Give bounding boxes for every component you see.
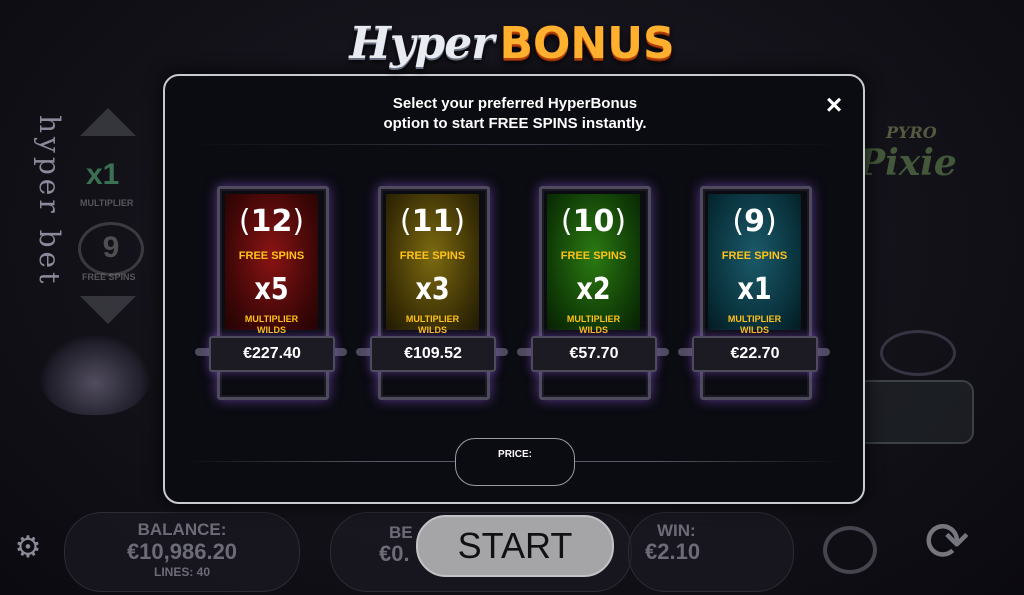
background-game-logo: PYRO Pixie <box>858 123 957 184</box>
background-multiplier: x1 <box>86 158 120 191</box>
divider <box>185 144 843 145</box>
free-spins-label: FREE SPINS <box>399 250 466 262</box>
free-spins-count: (11) <box>399 204 466 239</box>
option-price: €227.40 <box>243 345 301 362</box>
hyperbonus-title: Hyper BONUS <box>0 18 1024 69</box>
bet-value: €0. <box>379 541 410 566</box>
option-price: €57.70 <box>569 345 619 362</box>
price-label: PRICE: <box>498 449 532 460</box>
balance-value: €10,986.20 <box>126 539 238 564</box>
background-hyperbet-text: hyper bet <box>33 115 66 288</box>
balance-label: BALANCE: <box>137 520 227 539</box>
free-spins-count: (10) <box>560 204 627 239</box>
win-label: WIN: <box>657 521 696 540</box>
price-bar: €109.52 <box>370 336 496 372</box>
background-spins-label: FREE SPINS <box>82 272 136 282</box>
background-triangle-down <box>80 296 136 324</box>
hyperbonus-modal: Select your preferred HyperBonus option … <box>163 74 865 504</box>
selected-price-display: PRICE: <box>455 438 575 486</box>
multiplier-wilds-label: MULTIPLIER WILDS <box>727 314 782 335</box>
card-panel: (9) FREE SPINS x1 MULTIPLIER WILDS <box>708 194 801 335</box>
background-lotus-flower <box>40 335 150 415</box>
background-button <box>855 380 974 444</box>
free-spins-label: FREE SPINS <box>560 250 627 262</box>
multiplier-value: x2 <box>576 272 611 307</box>
multiplier-value: x3 <box>415 272 450 307</box>
win-display: WIN: €2.10 <box>628 512 794 592</box>
price-bar: €227.40 <box>209 336 335 372</box>
card-panel: (12) FREE SPINS x5 MULTIPLIER WILDS <box>225 194 318 335</box>
option-price: €22.70 <box>730 345 780 362</box>
card-panel: (10) FREE SPINS x2 MULTIPLIER WILDS <box>547 194 640 335</box>
bonus-option-10-spins[interactable]: (10) FREE SPINS x2 MULTIPLIER WILDS €57.7… <box>517 186 669 400</box>
bonus-option-12-spins[interactable]: (12) FREE SPINS x5 MULTIPLIER WILDS €227.… <box>195 186 347 400</box>
modal-instructions: Select your preferred HyperBonus option … <box>383 95 647 132</box>
free-spins-label: FREE SPINS <box>238 250 305 262</box>
bonus-option-11-spins[interactable]: (11) FREE SPINS x3 MULTIPLIER WILDS €109.… <box>356 186 508 400</box>
autoplay-icon[interactable] <box>823 526 877 574</box>
bonus-option-9-spins[interactable]: (9) FREE SPINS x1 MULTIPLIER WILDS €22.70 <box>678 186 830 400</box>
lines-label: LINES: 40 <box>153 565 210 579</box>
win-value: €2.10 <box>645 539 701 564</box>
balance-display: BALANCE: €10,986.20 LINES: 40 <box>64 512 300 592</box>
title-bonus: BONUS <box>499 18 675 69</box>
free-spins-count: (12) <box>238 204 305 239</box>
close-icon[interactable]: × <box>821 91 847 119</box>
start-button[interactable]: START <box>416 515 614 577</box>
free-spins-count: (9) <box>732 204 777 239</box>
background-triangle-up <box>80 108 136 136</box>
background-spins: 9 <box>78 222 144 276</box>
background-swirl <box>880 330 956 376</box>
price-bar: €57.70 <box>531 336 657 372</box>
title-hyper: Hyper <box>349 18 494 69</box>
multiplier-value: x1 <box>737 272 772 307</box>
background-multiplier-label: MULTIPLIER <box>80 198 134 208</box>
multiplier-value: x5 <box>254 272 289 307</box>
multiplier-wilds-label: MULTIPLIER WILDS <box>566 314 621 335</box>
multiplier-wilds-label: MULTIPLIER WILDS <box>405 314 460 335</box>
option-price: €109.52 <box>404 345 462 362</box>
free-spins-label: FREE SPINS <box>721 250 788 262</box>
bet-label: BE <box>389 523 413 542</box>
card-panel: (11) FREE SPINS x3 MULTIPLIER WILDS <box>386 194 479 335</box>
multiplier-wilds-label: MULTIPLIER WILDS <box>244 314 299 335</box>
price-bar: €22.70 <box>692 336 818 372</box>
spin-icon[interactable]: ⟳ <box>920 515 974 569</box>
gear-icon[interactable]: ⚙ <box>13 533 43 563</box>
